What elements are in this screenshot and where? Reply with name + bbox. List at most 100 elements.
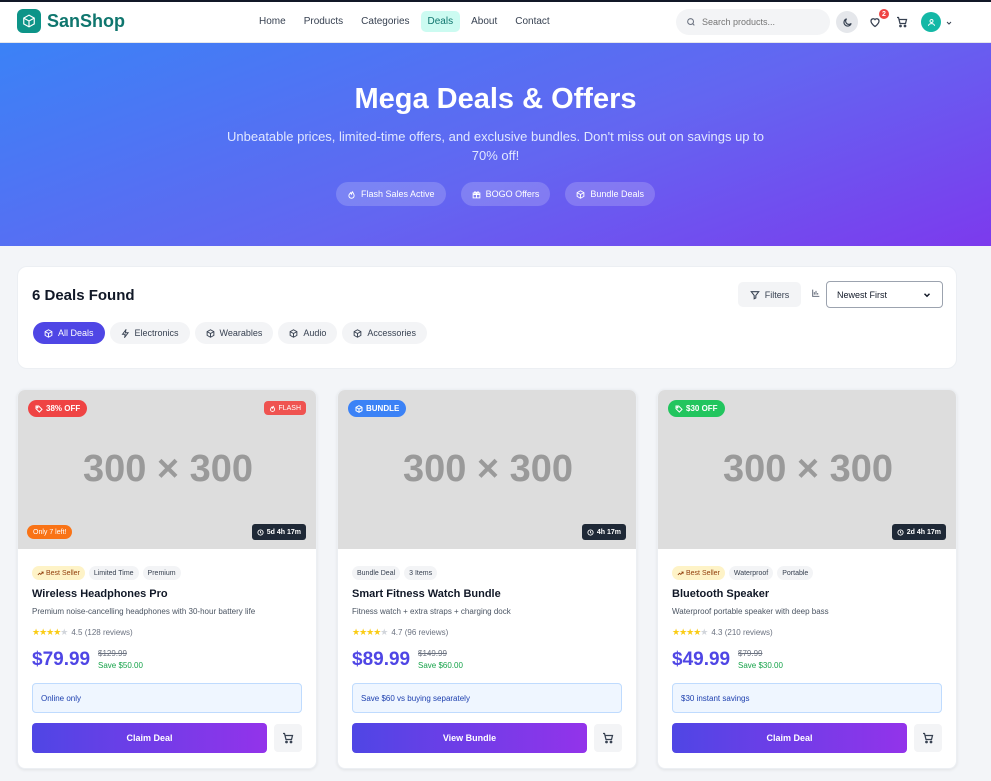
moon-icon bbox=[842, 17, 852, 27]
tag-icon bbox=[675, 405, 683, 413]
filter-icon bbox=[749, 290, 760, 300]
deal-card[interactable]: 300 × 300 BUNDLE 4h 17m Bundle Deal 3 It… bbox=[337, 389, 637, 769]
trending-up-icon bbox=[677, 571, 684, 575]
product-name[interactable]: Smart Fitness Watch Bundle bbox=[352, 588, 501, 600]
savings-text: Save $60.00 bbox=[418, 661, 463, 670]
tag-label: Best Seller bbox=[686, 569, 720, 577]
hero-tag-bogo[interactable]: BOGO Offers bbox=[460, 182, 551, 206]
product-rating: ★★★★★ 4.3 (210 reviews) bbox=[672, 627, 773, 638]
cart-button[interactable] bbox=[891, 11, 913, 33]
cart-icon bbox=[283, 732, 294, 744]
nav-home[interactable]: Home bbox=[252, 11, 293, 32]
user-icon bbox=[927, 18, 935, 26]
flame-icon bbox=[348, 190, 355, 199]
chip-audio[interactable]: Audio bbox=[278, 322, 338, 344]
add-to-cart-button[interactable] bbox=[274, 724, 302, 752]
savings-text: Save $30.00 bbox=[738, 661, 783, 670]
heart-icon bbox=[870, 18, 880, 28]
tag-portable: Portable bbox=[777, 566, 814, 580]
chip-wearables[interactable]: Wearables bbox=[194, 322, 274, 344]
tag-limited-time: Limited Time bbox=[88, 566, 139, 580]
chip-label: Wearables bbox=[219, 328, 263, 338]
nav-contact[interactable]: Contact bbox=[508, 11, 556, 32]
filters-button[interactable]: Filters bbox=[738, 282, 801, 307]
deal-price: $79.99 bbox=[32, 649, 91, 670]
product-name[interactable]: Wireless Headphones Pro bbox=[32, 588, 168, 600]
nav-deals[interactable]: Deals bbox=[420, 11, 461, 32]
tag-best-seller: Best Seller bbox=[672, 566, 725, 580]
search-bar bbox=[676, 9, 830, 35]
tag-label: Best Seller bbox=[46, 569, 80, 577]
box-icon bbox=[206, 328, 214, 338]
hero-tag-flash-sales[interactable]: Flash Sales Active bbox=[336, 182, 446, 206]
search-icon bbox=[687, 18, 695, 26]
add-to-cart-button[interactable] bbox=[594, 724, 622, 752]
deal-card[interactable]: 300 × 300 $30 OFF 2d 4h 17m Best Seller … bbox=[657, 389, 957, 769]
deal-price: $49.99 bbox=[672, 649, 731, 670]
box-icon bbox=[44, 328, 53, 338]
filter-panel: 6 Deals Found Filters Newest First All D… bbox=[17, 266, 957, 369]
hero-subtitle: Unbeatable prices, limited-time offers, … bbox=[227, 129, 764, 163]
deals-count-heading: 6 Deals Found bbox=[32, 287, 135, 304]
chevron-down-icon[interactable] bbox=[945, 19, 953, 27]
rating-text: 4.5 (128 reviews) bbox=[71, 628, 133, 637]
filters-button-label: Filters bbox=[764, 289, 790, 300]
hero-tag-label: BOGO Offers bbox=[485, 189, 540, 199]
chevron-down-icon bbox=[923, 292, 931, 297]
hero-tag-bundle[interactable]: Bundle Deals bbox=[565, 182, 655, 206]
product-tags: Best Seller Limited Time Premium bbox=[32, 566, 181, 580]
sort-select[interactable]: Newest First bbox=[826, 281, 943, 308]
flame-icon bbox=[270, 405, 276, 412]
discount-badge: $30 OFF bbox=[668, 400, 725, 417]
nav-about[interactable]: About bbox=[464, 11, 504, 32]
cart-icon bbox=[603, 732, 614, 744]
tag-premium: Premium bbox=[142, 566, 181, 580]
product-rating: ★★★★★ 4.7 (96 reviews) bbox=[352, 627, 448, 638]
original-price: $79.99 bbox=[738, 649, 763, 658]
product-description: Fitness watch + extra straps + charging … bbox=[352, 607, 511, 616]
sort-icon bbox=[812, 289, 820, 297]
hero-tags: Flash Sales Active BOGO Offers Bundle De… bbox=[0, 182, 991, 206]
hero-tag-label: Flash Sales Active bbox=[361, 189, 435, 199]
clock-icon bbox=[897, 528, 904, 536]
nav-products[interactable]: Products bbox=[297, 11, 350, 32]
chip-electronics[interactable]: Electronics bbox=[109, 322, 190, 344]
star-rating-icon: ★★★★★ bbox=[352, 627, 388, 637]
tag-icon bbox=[35, 405, 43, 413]
box-icon bbox=[354, 328, 362, 338]
countdown-timer: 5d 4h 17m bbox=[251, 524, 306, 540]
product-tags: Bundle Deal 3 Items bbox=[352, 566, 438, 580]
original-price: $129.99 bbox=[98, 649, 127, 658]
hero-banner: Mega Deals & Offers Unbeatable prices, l… bbox=[0, 43, 991, 246]
user-avatar[interactable] bbox=[921, 12, 941, 32]
chip-all-deals[interactable]: All Deals bbox=[33, 322, 105, 344]
nav-categories[interactable]: Categories bbox=[354, 11, 416, 32]
dark-mode-toggle[interactable] bbox=[836, 11, 858, 33]
claim-deal-button[interactable]: Claim Deal bbox=[32, 723, 267, 753]
box-icon bbox=[17, 9, 41, 33]
wishlist-count-badge: 2 bbox=[879, 9, 889, 19]
clock-icon bbox=[257, 528, 264, 536]
chip-accessories[interactable]: Accessories bbox=[342, 322, 427, 344]
hero-tag-label: Bundle Deals bbox=[590, 189, 644, 199]
countdown-timer: 2d 4h 17m bbox=[891, 524, 946, 540]
chip-label: All Deals bbox=[58, 328, 94, 338]
product-description: Waterproof portable speaker with deep ba… bbox=[672, 607, 829, 616]
search-input[interactable] bbox=[702, 17, 822, 27]
add-to-cart-button[interactable] bbox=[914, 724, 942, 752]
product-description: Premium noise-cancelling headphones with… bbox=[32, 607, 256, 616]
product-tags: Best Seller Waterproof Portable bbox=[672, 566, 814, 580]
trending-up-icon bbox=[37, 571, 44, 575]
lightning-icon bbox=[121, 328, 129, 338]
view-bundle-button[interactable]: View Bundle bbox=[352, 723, 587, 753]
discount-badge: 38% OFF bbox=[28, 400, 88, 417]
countdown-timer: 4h 17m bbox=[581, 524, 626, 540]
hero-title: Mega Deals & Offers bbox=[354, 83, 637, 115]
deal-card[interactable]: 300 × 300 38% OFF FLASH Only 7 left! 5d … bbox=[17, 389, 317, 769]
claim-deal-button[interactable]: Claim Deal bbox=[672, 723, 907, 753]
brand-logo[interactable]: SanShop bbox=[17, 9, 125, 33]
chip-label: Electronics bbox=[134, 328, 179, 338]
timer-label: 5d 4h 17m bbox=[266, 528, 301, 536]
product-name[interactable]: Bluetooth Speaker bbox=[672, 588, 769, 600]
savings-text: Save $50.00 bbox=[98, 661, 143, 670]
